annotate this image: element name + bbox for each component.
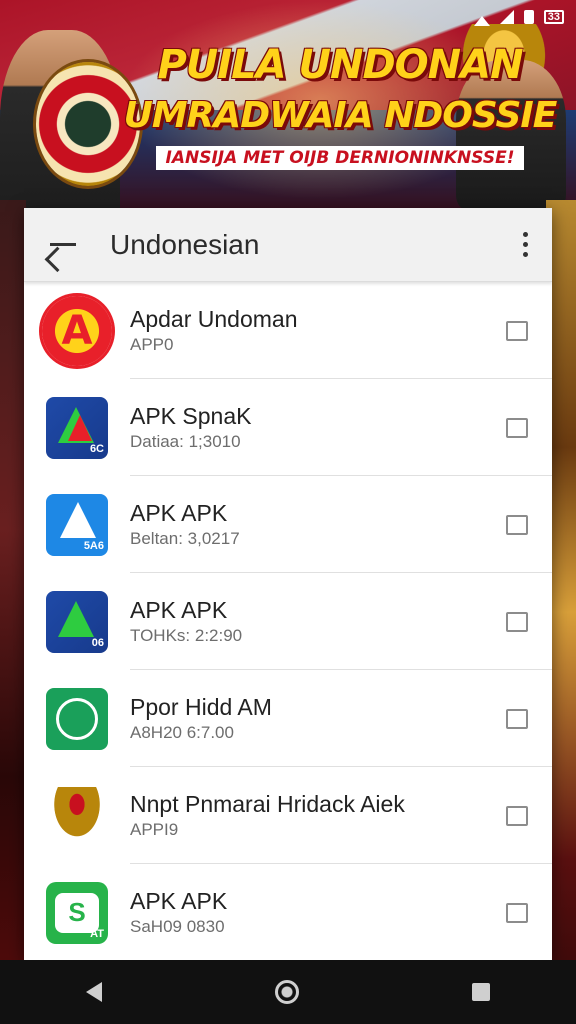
apk-green-icon: 06: [46, 590, 108, 653]
list-item[interactable]: 5A6 APK APK Beltan: 3,0217: [24, 476, 552, 573]
select-checkbox[interactable]: [506, 320, 528, 341]
app-list: A Apdar Undoman APP0 6C APK SpnaK Datiaa…: [24, 282, 552, 960]
app-name: Apdar Undoman: [130, 305, 298, 332]
battery-level: 33: [547, 11, 560, 23]
back-button[interactable]: [24, 208, 102, 282]
signal-icon: [499, 10, 514, 24]
app-name: APK APK: [130, 596, 228, 623]
dial-icon: [46, 687, 108, 750]
icon-mini-label: AT: [90, 927, 104, 940]
wifi-icon: [473, 8, 490, 26]
apk-blue-icon: 5A6: [46, 493, 108, 556]
app-name: Nnpt Pnmarai Hridack Aiek: [130, 790, 405, 817]
back-arrow-icon: [50, 243, 76, 246]
chat-s-icon: S AT: [46, 881, 108, 944]
select-checkbox[interactable]: [506, 514, 528, 535]
app-meta: Beltan: 3,0217: [130, 528, 240, 548]
select-checkbox[interactable]: [506, 805, 528, 826]
banner-line-1: PUILA UNDONAN: [157, 42, 523, 88]
list-item[interactable]: Nnpt Pnmarai Hridack Aiek APPI9: [24, 767, 552, 864]
list-item[interactable]: A Apdar Undoman APP0: [24, 282, 552, 379]
list-item[interactable]: Ppor Hidd AM A8H20 6:7.00: [24, 670, 552, 767]
banner-title: PUILA UNDONAN UMRADWAIA NDOSSIE IANSIJA …: [120, 42, 560, 170]
banner-subtitle: IANSIJA MET OIJB DERNIONINKNSSE!: [155, 146, 525, 170]
chat-s-glyph: S: [55, 892, 99, 933]
dialog-header: Undonesian: [24, 208, 552, 282]
app-name: APK SpnaK: [130, 402, 252, 429]
app-meta: APP0: [130, 334, 174, 354]
overflow-menu-button[interactable]: [498, 208, 552, 282]
list-item[interactable]: 6C APK SpnaK Datiaa: 1;3010: [24, 379, 552, 476]
banner-line-2: UMRADWAIA NDOSSIE: [123, 95, 558, 136]
navigation-bar: [0, 960, 576, 1024]
app-picker-dialog: Undonesian A Apdar Undoman APP0 6C APK S…: [24, 208, 552, 960]
app-meta: TOHKs: 2:2:90: [130, 625, 243, 645]
app-meta: Datiaa: 1;3010: [130, 431, 241, 451]
nav-back-icon[interactable]: [86, 982, 103, 1002]
select-checkbox[interactable]: [506, 902, 528, 923]
status-bar: 33: [473, 6, 564, 28]
icon-mini-label: 6C: [89, 442, 104, 455]
battery-icon: 33: [543, 10, 564, 24]
stage-left-edge: [0, 200, 26, 1024]
icon-mini-label: 06: [91, 636, 104, 649]
list-item[interactable]: S AT APK APK SaH09 0830: [24, 864, 552, 960]
apk-spnak-icon: 6C: [46, 396, 108, 459]
select-checkbox[interactable]: [506, 611, 528, 632]
nav-home-icon[interactable]: [274, 980, 299, 1004]
app-meta: A8H20 6:7.00: [130, 722, 234, 742]
app-meta: SaH09 0830: [130, 916, 225, 936]
sim-icon: [523, 10, 534, 24]
nav-recents-icon[interactable]: [471, 983, 490, 1001]
garuda-icon: [46, 785, 108, 847]
app-meta: APPI9: [130, 819, 179, 839]
more-vert-icon: [522, 232, 528, 237]
select-checkbox[interactable]: [506, 708, 528, 729]
app-name: Ppor Hidd AM: [130, 693, 272, 720]
dialog-title: Undonesian: [110, 228, 260, 260]
list-item[interactable]: 06 APK APK TOHKs: 2:2:90: [24, 573, 552, 670]
app-name: APK APK: [130, 887, 228, 914]
icon-mini-label: 5A6: [83, 539, 104, 552]
select-checkbox[interactable]: [506, 417, 528, 438]
badge-a-icon: A: [42, 295, 112, 366]
app-name: APK APK: [130, 499, 228, 526]
